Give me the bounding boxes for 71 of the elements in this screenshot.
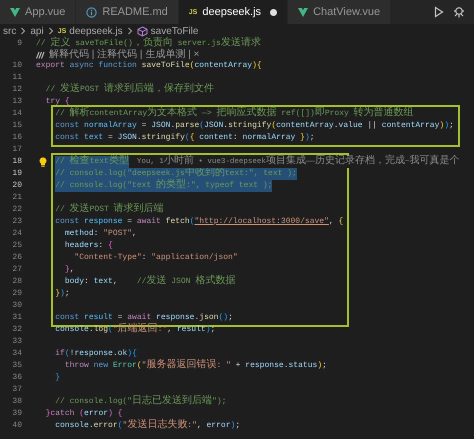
code-line: if(!response.ok){	[55, 348, 137, 360]
code-line: body: text, //发送 JSON 格式数据	[64, 276, 236, 288]
codelens-actions[interactable]: 解释代码 | 注释代码 | 生成单测 | ×	[49, 50, 200, 60]
line-number: 34	[11, 348, 23, 360]
code-line: console.log("后端返回:", result);	[55, 324, 216, 336]
line-number: 25	[11, 240, 23, 252]
line-number: 27	[11, 264, 23, 276]
line-number: 37	[11, 384, 23, 396]
code-line: // 发送POST 请求到后端	[55, 204, 164, 216]
breadcrumb-item[interactable]: deepseek.js	[69, 24, 123, 38]
code-line: // 解析contentArray为文本格式 —> 把响应式数据 ref([])即Proxy 转为普通数组	[55, 108, 414, 120]
line-number: 14	[11, 108, 23, 120]
line-number: 18	[11, 156, 23, 168]
code-line: throw new Error("服务器返回错误: " + response.status);	[64, 360, 327, 372]
code-line: const normalArray = JSON.parse(JSON.stringify(contentArray.value || contentArray));	[55, 120, 454, 132]
code-line: method: "POST",	[64, 228, 137, 240]
code-line: },	[64, 264, 74, 276]
code-line: // 定义 saveToFile()，负责向 server.js发送请求	[36, 38, 261, 49]
line-number: 23	[11, 216, 23, 228]
chevron-icon	[20, 27, 26, 35]
cube-icon	[136, 26, 148, 36]
line-number: 13	[11, 96, 23, 108]
code-line: export async function saveToFile(contentArray){	[36, 60, 262, 72]
code-line: }	[55, 372, 60, 384]
line-number: 36	[11, 372, 23, 384]
line-number: 33	[11, 336, 23, 348]
line-number: 22	[11, 204, 23, 216]
line-number: 21	[11, 192, 23, 204]
bug-icon[interactable]	[452, 6, 466, 18]
code-line: const response = await fetch("http://localhost:3000/save", {	[55, 216, 344, 228]
code-line: const text = JSON.stringify({ content: normalArray });	[55, 132, 315, 144]
editor-tab[interactable]: App.vue	[0, 0, 76, 24]
line-number: 9	[16, 38, 23, 50]
code-line: const result = await response.json();	[55, 312, 233, 322]
editor-tab[interactable]: ChatView.vue	[288, 0, 392, 24]
chevron-icon	[48, 27, 54, 35]
line-number: 15	[11, 120, 23, 132]
line-number: 32	[11, 324, 23, 336]
line-number: 24	[11, 228, 23, 240]
code-line: console.error("发送日志失败:", error);	[55, 420, 240, 432]
code-line: // console.log("日志已发送到后端");	[55, 396, 226, 408]
line-number: 11	[11, 72, 23, 84]
line-number: 10	[11, 60, 23, 72]
breadcrumb-item[interactable]: api	[30, 24, 44, 38]
info-icon	[86, 6, 98, 18]
line-number: 35	[11, 360, 23, 372]
code-line: "Content-Type": "application/json"	[74, 252, 238, 264]
code-line: try {	[46, 96, 70, 107]
line-number: 20	[11, 180, 23, 192]
line-number: 19	[11, 168, 23, 180]
chevron-icon	[126, 27, 133, 35]
editor-tab[interactable]: README.md	[76, 0, 179, 24]
run-icon[interactable]	[434, 6, 444, 18]
line-number: 40	[11, 420, 23, 432]
line-number: 16	[11, 132, 23, 144]
code-line: });	[55, 288, 70, 300]
line-number: 30	[11, 300, 23, 312]
line-number: 38	[11, 396, 23, 408]
line-number: 28	[11, 276, 23, 288]
line-number: 12	[11, 84, 23, 96]
line-number: 26	[11, 252, 23, 264]
v-icon	[298, 8, 308, 16]
code-line: headers: {	[64, 240, 113, 252]
line-number: 39	[11, 408, 23, 420]
line-number: 31	[11, 312, 23, 324]
code-line: // 发送POST 请求到后端，保存到文件	[46, 84, 214, 96]
v-icon	[10, 8, 20, 16]
code-line: }catch (error) {	[46, 408, 122, 420]
line-number: 29	[11, 288, 23, 300]
breadcrumb-item[interactable]: src	[3, 24, 16, 38]
line-number: 17	[11, 144, 23, 156]
